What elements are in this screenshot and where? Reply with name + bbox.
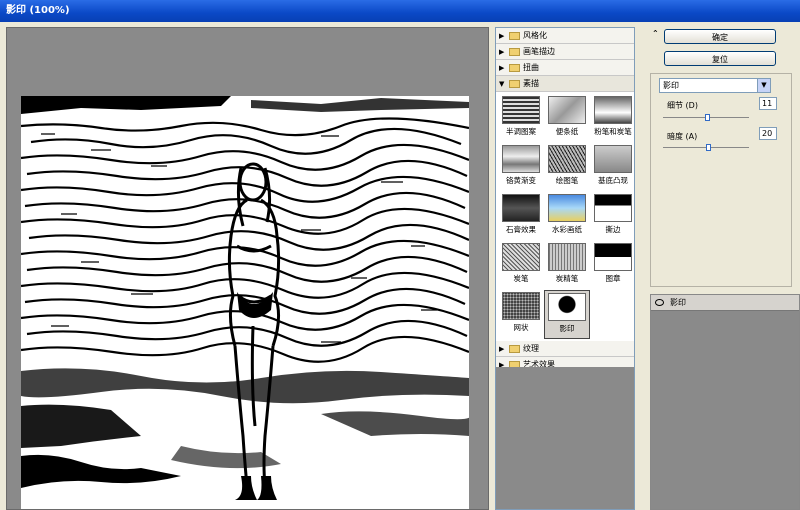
filter-thumbnails: 半调图案 便条纸 粉笔和炭笔 铬黄渐变 绘图笔 基底凸现 石膏效果 水彩画纸 撕… xyxy=(496,92,634,341)
folder-icon xyxy=(509,63,520,72)
preview-area[interactable] xyxy=(6,27,489,510)
filter-thumbnail-image xyxy=(548,145,586,173)
effect-layers: 影印 xyxy=(650,294,800,510)
filter-label: 炭精笔 xyxy=(555,274,579,283)
ok-button[interactable]: 确定 xyxy=(664,29,776,44)
window-title: 影印 (100%) xyxy=(0,0,800,22)
category-stylize[interactable]: ▶ 风格化 xyxy=(496,28,634,44)
category-label: 风格化 xyxy=(523,31,547,40)
darkness-slider-knob[interactable] xyxy=(706,144,711,151)
chevron-down-icon[interactable]: ▼ xyxy=(757,79,770,92)
collapsed-arrow-icon: ▶ xyxy=(499,31,505,40)
filter-thumbnail-image xyxy=(502,145,540,173)
collapsed-arrow-icon: ▶ xyxy=(499,47,505,56)
filter-bas-relief[interactable]: 基底凸现 xyxy=(590,143,634,192)
filter-thumbnail-image xyxy=(594,194,632,222)
filter-select-value: 影印 xyxy=(663,81,679,90)
filter-label: 石膏效果 xyxy=(506,225,536,234)
reset-button[interactable]: 复位 xyxy=(664,51,776,66)
filter-label: 撕边 xyxy=(605,225,621,234)
detail-slider-knob[interactable] xyxy=(705,114,710,121)
filter-gallery[interactable]: ▶ 风格化 ▶ 画笔描边 ▶ 扭曲 ▼ 素描 半调图案 便条纸 粉笔和炭笔 铬黄渐变 绘… xyxy=(495,27,635,510)
filter-label: 图章 xyxy=(605,274,621,283)
category-sketch[interactable]: ▼ 素描 xyxy=(496,76,634,92)
filter-label: 影印 xyxy=(559,324,575,333)
filter-conte-crayon[interactable]: 炭精笔 xyxy=(544,241,590,290)
filter-water-paper[interactable]: 水彩画纸 xyxy=(544,192,590,241)
filter-thumbnail-image xyxy=(548,243,586,271)
detail-input[interactable]: 11 xyxy=(759,97,777,110)
filter-thumbnail-image xyxy=(548,96,586,124)
darkness-input[interactable]: 20 xyxy=(759,127,777,140)
filter-thumbnail-image xyxy=(502,243,540,271)
darkness-slider[interactable] xyxy=(663,144,749,151)
category-label: 素描 xyxy=(523,79,539,88)
filter-chalk-charcoal[interactable]: 粉笔和炭笔 xyxy=(590,94,634,143)
filter-select[interactable]: 影印 ▼ xyxy=(659,78,771,93)
open-folder-icon xyxy=(509,79,520,88)
layer-label: 影印 xyxy=(670,298,686,307)
collapsed-arrow-icon: ▶ xyxy=(499,344,505,353)
darkness-label: 暗度 (A) xyxy=(667,132,698,141)
filter-thumbnail-image xyxy=(548,194,586,222)
collapsed-arrow-icon: ▶ xyxy=(499,63,505,72)
filter-label: 铬黄渐变 xyxy=(506,176,536,185)
filter-settings: 影印 ▼ 细节 (D) 11 暗度 (A) 20 xyxy=(650,73,792,287)
filter-thumbnail-image xyxy=(502,292,540,320)
filter-label: 粉笔和炭笔 xyxy=(594,127,632,136)
folder-icon xyxy=(509,344,520,353)
filter-label: 基底凸现 xyxy=(598,176,628,185)
filter-thumbnail-image xyxy=(594,145,632,173)
filter-label: 水彩画纸 xyxy=(552,225,582,234)
filter-charcoal[interactable]: 炭笔 xyxy=(498,241,544,290)
filter-label: 半调图案 xyxy=(506,127,536,136)
filter-thumbnail-image xyxy=(502,96,540,124)
eye-icon[interactable] xyxy=(655,299,664,306)
photocopy-preview xyxy=(21,96,469,509)
filter-label: 绘图笔 xyxy=(555,176,579,185)
filter-thumbnail-image xyxy=(502,194,540,222)
filter-stamp[interactable]: 图章 xyxy=(590,241,634,290)
filter-note-paper[interactable]: 便条纸 xyxy=(544,94,590,143)
filter-label: 便条纸 xyxy=(555,127,579,136)
filter-thumbnail-image xyxy=(548,293,586,321)
filter-thumbnail-image xyxy=(594,96,632,124)
filter-chrome[interactable]: 铬黄渐变 xyxy=(498,143,544,192)
filter-label: 炭笔 xyxy=(513,274,529,283)
filter-plaster[interactable]: 石膏效果 xyxy=(498,192,544,241)
category-brush-strokes[interactable]: ▶ 画笔描边 xyxy=(496,44,634,60)
category-label: 扭曲 xyxy=(523,63,539,72)
category-distort[interactable]: ▶ 扭曲 xyxy=(496,60,634,76)
right-panel: ⌃ 确定 复位 影印 ▼ 细节 (D) 11 暗度 (A) 20 影印 xyxy=(650,27,800,510)
filter-graphic-pen[interactable]: 绘图笔 xyxy=(544,143,590,192)
double-chevron-up-icon[interactable]: ⌃ xyxy=(652,29,659,38)
category-label: 画笔描边 xyxy=(523,47,555,56)
filter-thumbnail-image xyxy=(594,243,632,271)
filter-torn-edges[interactable]: 撕边 xyxy=(590,192,634,241)
category-texture[interactable]: ▶ 纹理 xyxy=(496,341,634,357)
filter-halftone-pattern[interactable]: 半调图案 xyxy=(498,94,544,143)
filter-reticulation[interactable]: 网状 xyxy=(498,290,544,339)
gallery-empty-area xyxy=(496,367,634,509)
folder-icon xyxy=(509,47,520,56)
expanded-arrow-icon: ▼ xyxy=(499,79,505,88)
filter-label: 网状 xyxy=(513,323,529,332)
category-label: 纹理 xyxy=(523,344,539,353)
detail-label: 细节 (D) xyxy=(667,101,698,110)
effect-layer-row[interactable]: 影印 xyxy=(651,295,799,311)
folder-icon xyxy=(509,31,520,40)
preview-image xyxy=(21,96,469,509)
filter-photocopy[interactable]: 影印 xyxy=(544,290,590,339)
detail-slider[interactable] xyxy=(663,114,749,121)
